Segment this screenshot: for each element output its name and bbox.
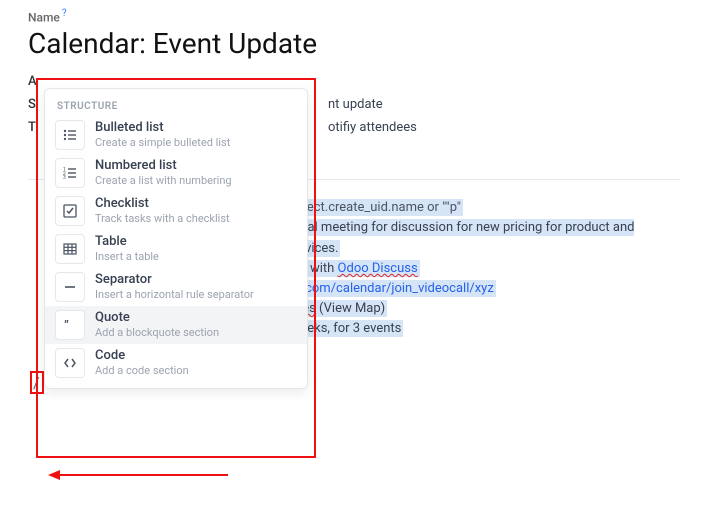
popup-item-quote[interactable]: ” Quote Add a blockquote section [45, 306, 307, 344]
popup-item-bulleted-list[interactable]: Bulleted list Create a simple bulleted l… [45, 116, 307, 154]
separator-icon [55, 272, 85, 302]
popup-item-title: Quote [95, 310, 219, 325]
checklist-icon [55, 196, 85, 226]
popup-item-title: Table [95, 234, 159, 249]
structure-popup: STRUCTURE Bulleted list Create a simple … [44, 88, 308, 389]
svg-text:3: 3 [63, 175, 66, 180]
numbered-list-icon: 123 [55, 158, 85, 188]
page-title[interactable]: Calendar: Event Update [28, 27, 680, 60]
popup-item-title: Checklist [95, 196, 230, 211]
table-icon [55, 234, 85, 264]
videocall-link[interactable]: ny.com/calendar/join_videocall/xyz [287, 280, 496, 297]
popup-item-desc: Add a code section [95, 364, 189, 377]
annotation-arrow [48, 468, 228, 482]
popup-item-desc: Track tasks with a checklist [95, 212, 230, 225]
template-expression: object.create_uid.name or ""p" [287, 199, 463, 216]
preview-content[interactable]: object.create_uid.name or ""p" ernal mee… [278, 198, 680, 339]
quote-icon: ” [55, 310, 85, 340]
form-row-value: nt update [328, 97, 383, 112]
popup-item-desc: Create a simple bulleted list [95, 136, 230, 149]
popup-item-code[interactable]: Code Add a code section [45, 344, 307, 382]
popup-item-desc: Insert a horizontal rule separator [95, 288, 254, 301]
slash-input[interactable]: / [30, 371, 44, 394]
name-field-label: Name? [28, 8, 680, 25]
popup-item-title: Numbered list [95, 158, 232, 173]
discuss-link[interactable]: Odoo Discuss [338, 261, 418, 276]
popup-item-separator[interactable]: Separator Insert a horizontal rule separ… [45, 268, 307, 306]
popup-item-title: Bulleted list [95, 120, 230, 135]
popup-item-title: Separator [95, 272, 254, 287]
popup-item-desc: Insert a table [95, 250, 159, 263]
popup-item-checklist[interactable]: Checklist Track tasks with a checklist [45, 192, 307, 230]
form-row-value: otifiy attendees [328, 120, 417, 135]
popup-item-desc: Create a list with numbering [95, 174, 232, 187]
popup-item-table[interactable]: Table Insert a table [45, 230, 307, 268]
code-icon [55, 348, 85, 378]
help-icon[interactable]: ? [62, 8, 67, 19]
bulleted-list-icon [55, 120, 85, 150]
popup-item-numbered-list[interactable]: 123 Numbered list Create a list with num… [45, 154, 307, 192]
popup-item-desc: Add a blockquote section [95, 326, 219, 339]
preview-text: ernal meeting for discussion for new pri… [287, 219, 634, 256]
popup-header: STRUCTURE [45, 95, 307, 116]
popup-item-title: Code [95, 348, 189, 363]
svg-text:”: ” [64, 318, 69, 332]
